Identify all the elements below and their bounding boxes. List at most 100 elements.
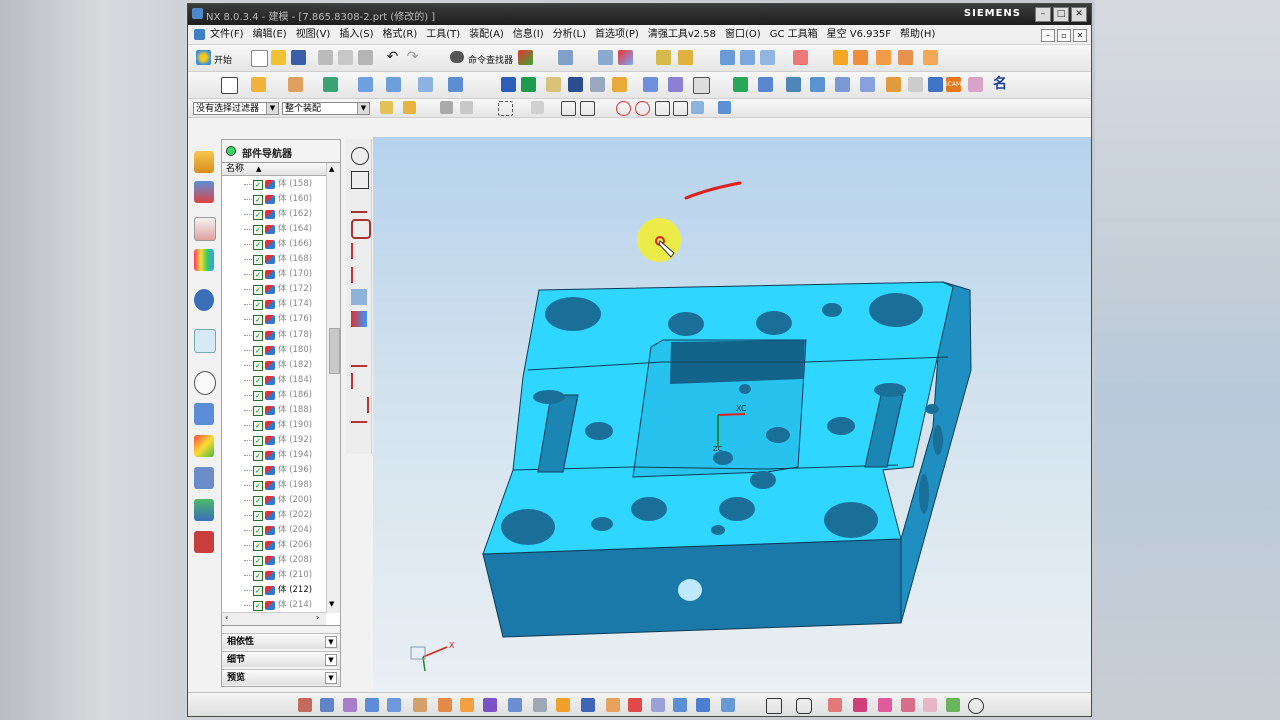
previous-view-icon[interactable] xyxy=(365,698,379,712)
menu-qingqiang-tools[interactable]: 清强工具v2.58 xyxy=(648,26,716,44)
filter-icon-2[interactable] xyxy=(403,101,416,114)
view-tool-icon-15[interactable] xyxy=(673,698,687,712)
maximize-button[interactable]: □ xyxy=(1053,7,1069,22)
view-tool-icon-19[interactable] xyxy=(853,698,867,712)
hd3d-tools-icon[interactable] xyxy=(194,289,214,311)
snap-center-icon[interactable] xyxy=(616,101,631,116)
chevron-down-icon[interactable]: ▼ xyxy=(325,654,337,666)
trim-curve-icon[interactable] xyxy=(351,349,367,367)
system-materials-icon[interactable] xyxy=(194,403,214,425)
selection-tool-icon[interactable] xyxy=(518,50,533,65)
view-tool-icon-2[interactable] xyxy=(320,698,334,712)
tree-horizontal-scrollbar[interactable]: ‹ › xyxy=(222,612,326,625)
paste-icon[interactable] xyxy=(358,50,373,65)
menu-window[interactable]: 窗口(O) xyxy=(725,26,761,44)
surface-icon-2[interactable] xyxy=(740,50,755,65)
tree-row[interactable]: ✓ 体 (204) xyxy=(222,523,326,538)
point-icon[interactable] xyxy=(323,77,338,92)
select-region-icon[interactable] xyxy=(498,101,513,116)
sync-icon-4[interactable] xyxy=(835,77,850,92)
mirror-icon[interactable] xyxy=(568,77,583,92)
visibility-checkbox[interactable]: ✓ xyxy=(253,390,263,401)
copy-icon[interactable] xyxy=(338,50,353,65)
scroll-left-icon[interactable]: ‹ xyxy=(225,613,228,622)
snap-intersection-icon[interactable] xyxy=(655,101,670,116)
visibility-checkbox[interactable]: ✓ xyxy=(253,556,263,567)
visibility-checkbox[interactable]: ✓ xyxy=(253,345,263,356)
undo-icon[interactable]: ↶ xyxy=(385,50,400,65)
view-tool-icon-20[interactable] xyxy=(878,698,892,712)
tree-row[interactable]: ✓ 体 (206) xyxy=(222,538,326,553)
tree-row[interactable]: ✓ 体 (192) xyxy=(222,433,326,448)
cut-icon[interactable] xyxy=(318,50,333,65)
menu-assemblies[interactable]: 装配(A) xyxy=(469,26,504,44)
scroll-up-icon[interactable]: ▲ xyxy=(329,165,334,173)
view-tool-icon-13[interactable] xyxy=(628,698,642,712)
polygon-select-icon[interactable] xyxy=(796,698,812,714)
visibility-checkbox[interactable]: ✓ xyxy=(253,420,263,431)
menu-preferences[interactable]: 首选项(P) xyxy=(595,26,639,44)
measure-icon[interactable] xyxy=(656,50,671,65)
tree-row[interactable]: ✓ 体 (162) xyxy=(222,207,326,222)
snap-endpoint-icon[interactable] xyxy=(531,101,544,114)
constraint-navigator-icon[interactable] xyxy=(194,181,214,203)
menu-format[interactable]: 格式(R) xyxy=(383,26,418,44)
pin-icon[interactable] xyxy=(226,146,236,156)
scroll-thumb[interactable] xyxy=(329,328,340,374)
minimize-button[interactable]: – xyxy=(1035,7,1051,22)
view-tool-icon-8[interactable] xyxy=(508,698,522,712)
web-browser-icon[interactable] xyxy=(194,329,216,353)
view-tool-icon-6[interactable] xyxy=(460,698,474,712)
ruler-icon[interactable] xyxy=(678,50,693,65)
view-tool-icon-23[interactable] xyxy=(946,698,960,712)
snap-line-icon[interactable] xyxy=(561,101,576,116)
hole-icon[interactable] xyxy=(693,77,710,94)
visibility-checkbox[interactable]: ✓ xyxy=(253,496,263,507)
snap-tool-icon[interactable] xyxy=(558,50,573,65)
select-icon-1[interactable] xyxy=(440,101,453,114)
command-finder-button[interactable]: 命令查找器 xyxy=(468,53,513,66)
scroll-right-icon[interactable]: › xyxy=(316,613,319,622)
visibility-checkbox[interactable]: ✓ xyxy=(253,450,263,461)
visibility-checkbox[interactable]: ✓ xyxy=(253,180,263,190)
tree-row[interactable]: ✓ 体 (172) xyxy=(222,282,326,297)
view-tool-icon-7[interactable] xyxy=(483,698,497,712)
menu-gc-toolkit[interactable]: GC 工具箱 xyxy=(770,26,818,44)
tree-row[interactable]: ✓ 体 (164) xyxy=(222,222,326,237)
mold-icon-2[interactable] xyxy=(853,50,868,65)
chevron-down-icon[interactable]: ▼ xyxy=(325,636,337,648)
tree-row[interactable]: ✓ 体 (212) xyxy=(222,583,326,598)
details-panel[interactable]: 细节 ▼ xyxy=(222,651,340,667)
tree-row[interactable]: ✓ 体 (210) xyxy=(222,568,326,583)
mold-icon-4[interactable] xyxy=(898,50,913,65)
chevron-down-icon[interactable]: ▼ xyxy=(325,672,337,684)
close-button[interactable]: ✕ xyxy=(1071,7,1087,22)
split-body-icon[interactable] xyxy=(521,77,536,92)
graphics-viewport[interactable]: XC ZC X xyxy=(373,137,1091,692)
arc-icon[interactable] xyxy=(351,147,369,165)
view-tool-icon-16[interactable] xyxy=(696,698,710,712)
menu-edit[interactable]: 编辑(E) xyxy=(253,26,287,44)
view-tool-icon-3[interactable] xyxy=(343,698,357,712)
visibility-checkbox[interactable]: ✓ xyxy=(253,601,263,612)
visibility-checkbox[interactable]: ✓ xyxy=(253,210,263,221)
curve-icon-1[interactable] xyxy=(351,243,369,259)
visibility-checkbox[interactable]: ✓ xyxy=(253,225,263,236)
menu-analysis[interactable]: 分析(L) xyxy=(553,26,586,44)
sync-icon-5[interactable] xyxy=(860,77,875,92)
tree-row[interactable]: ✓ 体 (176) xyxy=(222,312,326,327)
visibility-checkbox[interactable]: ✓ xyxy=(253,511,263,522)
name-tool-icon[interactable]: 名 xyxy=(993,76,1008,92)
menu-information[interactable]: 信息(I) xyxy=(513,26,544,44)
tree-row[interactable]: ✓ 体 (170) xyxy=(222,267,326,282)
rectangle-icon[interactable] xyxy=(351,171,369,189)
visibility-checkbox[interactable]: ✓ xyxy=(253,330,263,341)
tree-row[interactable]: ✓ 体 (198) xyxy=(222,478,326,493)
view-tool-icon-5[interactable] xyxy=(438,698,452,712)
tree-row[interactable]: ✓ 体 (160) xyxy=(222,192,326,207)
visibility-checkbox[interactable]: ✓ xyxy=(253,375,263,386)
visibility-checkbox[interactable]: ✓ xyxy=(253,195,263,206)
visibility-checkbox[interactable]: ✓ xyxy=(253,270,263,281)
project-curve-icon[interactable] xyxy=(351,289,367,305)
mdi-close-button[interactable]: ✕ xyxy=(1073,29,1087,42)
